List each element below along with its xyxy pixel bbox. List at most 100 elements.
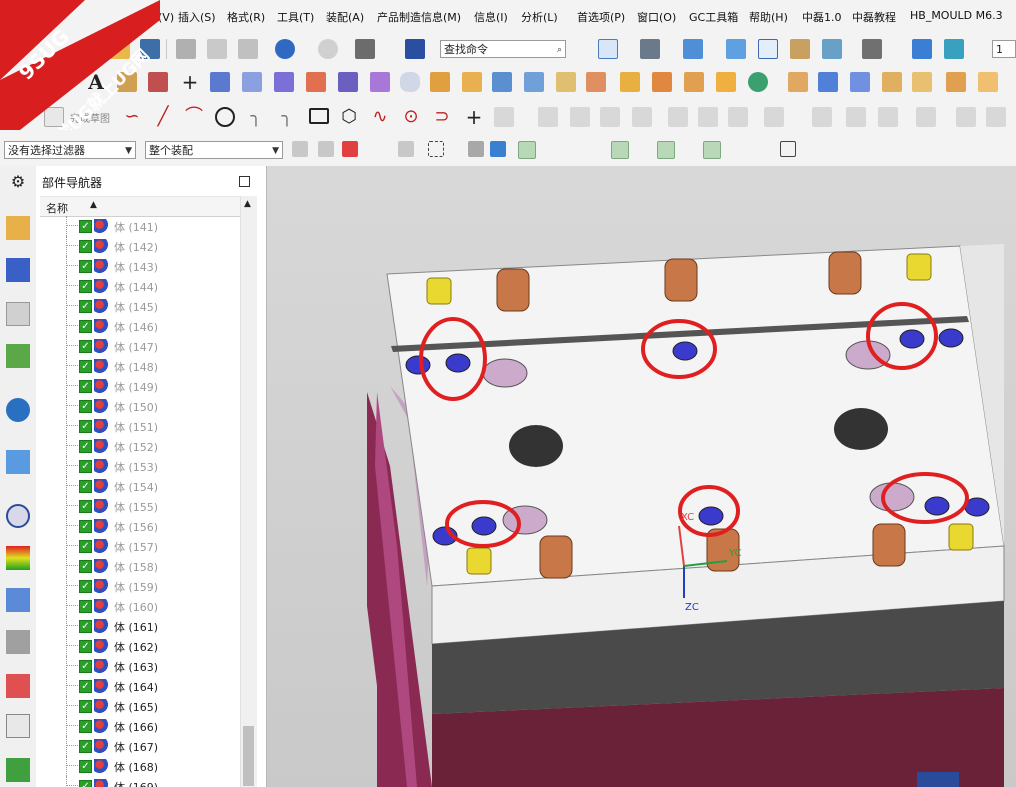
process-studio-icon[interactable] [6,588,30,612]
rectangle-select-icon[interactable] [428,141,444,157]
intersection-point-icon[interactable] [611,141,629,159]
menu-info[interactable]: 信息(I) [474,9,508,25]
shell-icon[interactable] [524,72,544,92]
display-mode-icon[interactable] [355,39,375,59]
part-navigator-icon[interactable] [6,302,30,326]
history-icon[interactable] [6,504,30,528]
move-object-icon[interactable] [912,39,932,59]
mould-plate-icon[interactable] [620,72,640,92]
visibility-checkbox[interactable]: ✓ [79,260,92,273]
visibility-checkbox[interactable]: ✓ [79,660,92,673]
mirror-curve-icon[interactable] [570,107,590,127]
corner-icon[interactable] [698,107,718,127]
sketch-tools-icon[interactable] [986,107,1006,127]
visibility-checkbox[interactable]: ✓ [79,340,92,353]
tree-row[interactable]: ✓ 体 (146) [36,316,240,336]
trim-icon[interactable] [632,107,652,127]
visibility-checkbox[interactable]: ✓ [79,480,92,493]
fit-view-icon[interactable] [598,39,618,59]
sweep-icon[interactable] [306,72,326,92]
graphics-window[interactable]: XC YC ZC [267,166,1016,787]
menu-hb-mould[interactable]: HB_MOULD M6.3 [910,9,1003,22]
visibility-checkbox[interactable]: ✓ [79,580,92,593]
bom-icon[interactable] [946,72,966,92]
cube-blue-icon[interactable] [492,72,512,92]
tree-row[interactable]: ✓ 体 (143) [36,256,240,276]
slider-icon[interactable] [788,72,808,92]
visibility-checkbox[interactable]: ✓ [79,600,92,613]
copy-icon[interactable] [207,39,227,59]
offset-curve-icon[interactable] [494,107,514,127]
conic-icon[interactable]: ⊃ [432,107,452,127]
tree-row[interactable]: ✓ 体 (149) [36,376,240,396]
snap-point-icon[interactable] [318,141,334,157]
sketch-point-icon[interactable]: + [464,107,484,127]
paste-icon[interactable] [238,39,258,59]
redo-icon[interactable] [318,39,338,59]
tree-row[interactable]: ✓ 体 (169) [36,776,240,787]
make-corner-icon[interactable] [728,107,748,127]
point-on-face-icon[interactable] [750,141,768,159]
tree-row[interactable]: ✓ 体 (153) [36,456,240,476]
tree-row[interactable]: ✓ 体 (148) [36,356,240,376]
core-cavity-icon[interactable] [912,72,932,92]
visibility-checkbox[interactable]: ✓ [79,540,92,553]
cooling-icon[interactable] [748,72,768,92]
tree-row[interactable]: ✓ 体 (141) [36,216,240,236]
visibility-checkbox[interactable]: ✓ [79,680,92,693]
visibility-checkbox[interactable]: ✓ [79,780,92,787]
endpoint-icon[interactable] [518,141,536,159]
circle-icon[interactable] [215,107,235,127]
web-browser-icon[interactable] [6,450,30,474]
cylinder-icon[interactable] [400,72,420,92]
visibility-checkbox[interactable]: ✓ [79,740,92,753]
visibility-checkbox[interactable]: ✓ [79,640,92,653]
snap-icon[interactable] [944,39,964,59]
control-point-icon[interactable] [565,141,583,159]
info-icon[interactable] [405,39,425,59]
menu-window[interactable]: 窗口(O) [637,9,676,25]
drawing-icon[interactable] [978,72,998,92]
constraint-navigator-icon[interactable] [6,258,30,282]
menu-pmi[interactable]: 产品制造信息(M) [377,9,461,25]
visibility-checkbox[interactable]: ✓ [79,560,92,573]
sketch-settings-icon[interactable] [956,107,976,127]
auto-constrain-icon[interactable] [916,107,936,127]
tree-row[interactable]: ✓ 体 (156) [36,516,240,536]
tree-row[interactable]: ✓ 体 (155) [36,496,240,516]
feature-select-icon[interactable] [398,141,414,157]
layer-icon[interactable] [822,39,842,59]
dimension-icon[interactable] [846,107,866,127]
visibility-checkbox[interactable]: ✓ [79,700,92,713]
insert-icon[interactable] [850,72,870,92]
face-select-icon[interactable] [490,141,506,157]
block-icon[interactable] [338,72,358,92]
background-icon[interactable] [862,39,882,59]
visibility-checkbox[interactable]: ✓ [79,400,92,413]
grid-icon[interactable] [780,141,796,157]
curve-icon[interactable] [210,72,230,92]
hd3d-tools-icon[interactable] [6,398,30,422]
navigator-scrollbar[interactable]: ▲ [240,196,257,787]
tree-row[interactable]: ✓ 体 (145) [36,296,240,316]
screw-icon[interactable] [684,72,704,92]
rectangle-icon[interactable] [309,108,329,124]
tree-row[interactable]: ✓ 体 (159) [36,576,240,596]
gear-icon[interactable]: ⚙ [6,170,30,194]
extrude-icon[interactable] [430,72,450,92]
surface-icon[interactable] [242,72,262,92]
tree-row[interactable]: ✓ 体 (142) [36,236,240,256]
visibility-checkbox[interactable]: ✓ [79,240,92,253]
manufacturing-wizard-icon[interactable] [6,630,30,654]
electrode-icon[interactable] [882,72,902,92]
ellipse-icon[interactable]: ⊙ [401,107,421,127]
tree-row[interactable]: ✓ 体 (144) [36,276,240,296]
intersection-curve-icon[interactable] [600,107,620,127]
tangent-point-icon[interactable] [680,141,698,159]
tree-row[interactable]: ✓ 体 (166) [36,716,240,736]
cube-view-icon[interactable] [683,39,703,59]
tree-row[interactable]: ✓ 体 (161) [36,616,240,636]
visibility-checkbox[interactable]: ✓ [79,220,92,233]
pattern-icon[interactable] [370,72,390,92]
polygon-icon[interactable]: ⬡ [339,107,359,127]
